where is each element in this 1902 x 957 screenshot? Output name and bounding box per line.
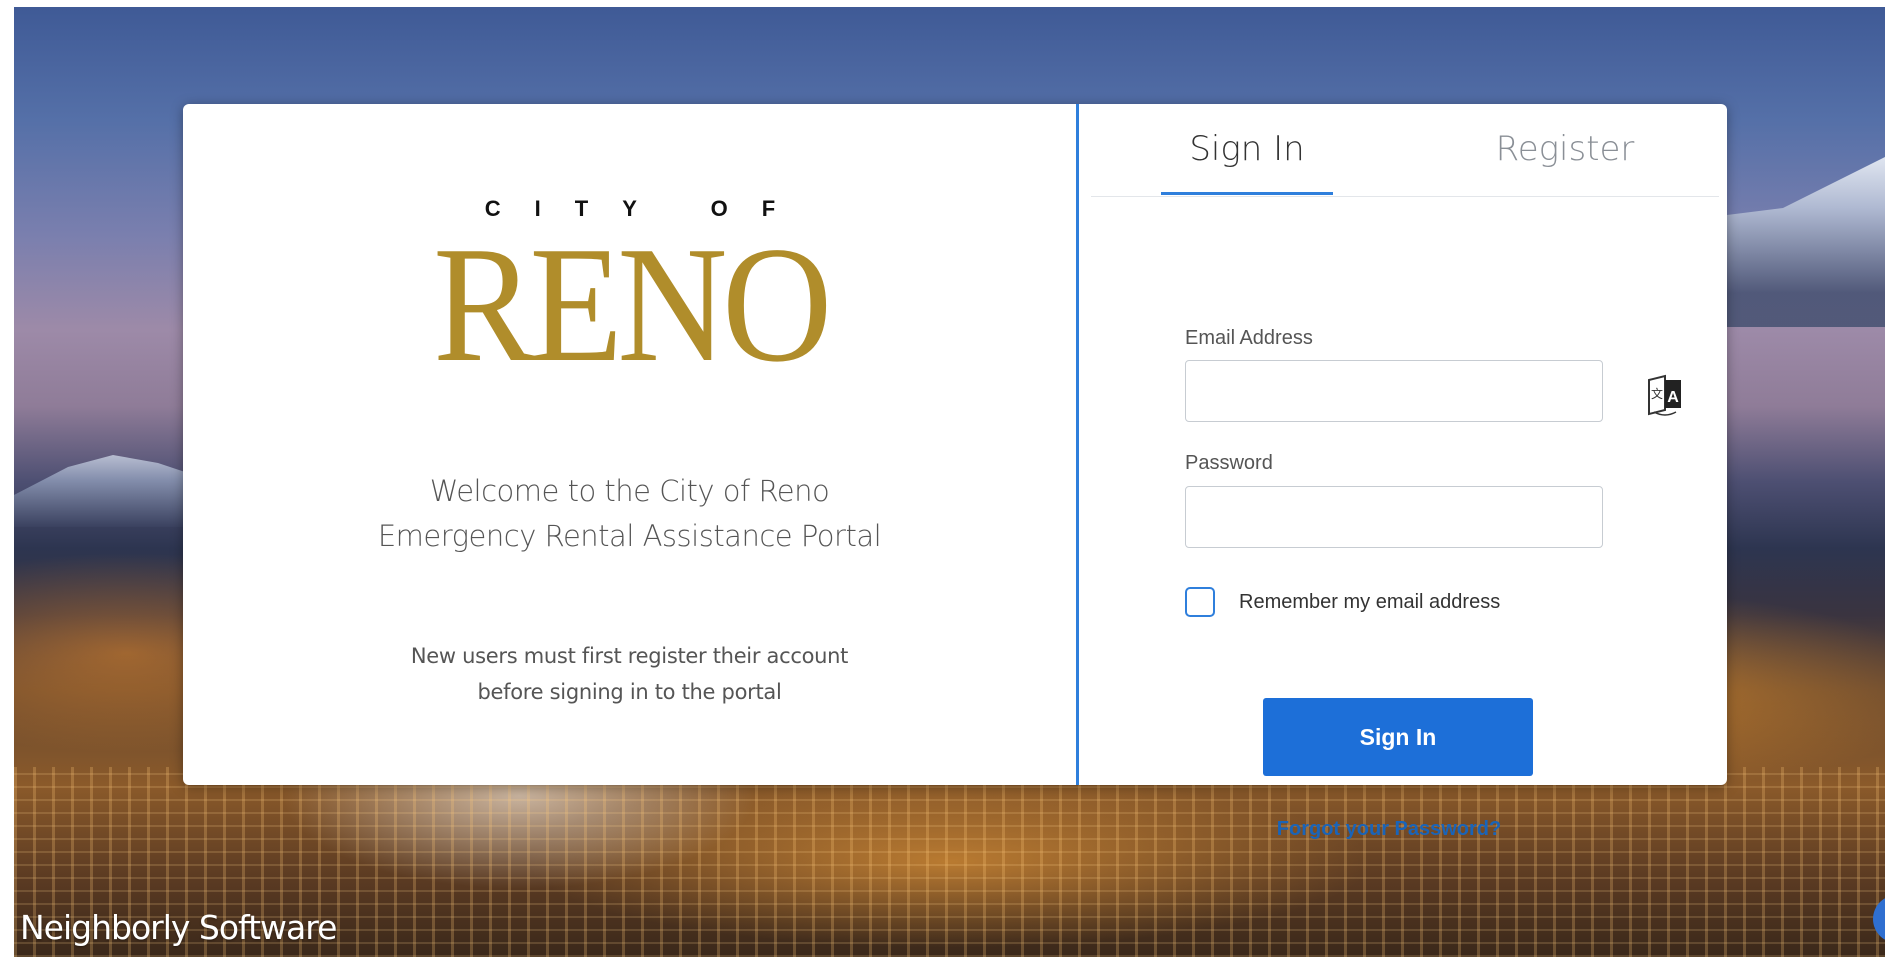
translate-icon[interactable]: A 文: [1646, 374, 1684, 416]
remember-checkbox[interactable]: [1185, 587, 1215, 617]
remember-label: Remember my email address: [1239, 590, 1501, 613]
forgot-password-link[interactable]: Forgot your Password?: [1189, 818, 1589, 841]
svg-text:A: A: [1667, 389, 1679, 406]
auth-tabs: Sign In Register: [1091, 104, 1719, 197]
note-line-1: New users must first register their acco…: [410, 644, 849, 668]
sign-in-button[interactable]: Sign In: [1263, 698, 1533, 776]
sign-in-panel: Sign In Register Email Address A 文 Passw…: [1079, 104, 1727, 840]
welcome-panel: CITY OF RENO Welcome to the City of Reno…: [183, 104, 1076, 785]
remember-email-option[interactable]: Remember my email address: [1185, 586, 1500, 618]
login-card: CITY OF RENO Welcome to the City of Reno…: [183, 104, 1727, 840]
password-field[interactable]: [1185, 486, 1603, 548]
neighborly-software-brand: Neighborly Software: [20, 908, 337, 947]
registration-note: New users must first register their acco…: [183, 638, 1076, 710]
welcome-line-2: Emergency Rental Assistance Portal: [377, 519, 882, 553]
tab-register[interactable]: Register: [1495, 122, 1635, 192]
password-label: Password: [1185, 452, 1273, 474]
svg-text:文: 文: [1651, 386, 1663, 401]
email-label: Email Address: [1185, 327, 1313, 349]
city-of-reno-logo: CITY OF RENO: [415, 194, 845, 394]
welcome-heading: Welcome to the City of Reno Emergency Re…: [183, 469, 1076, 559]
login-screen: CITY OF RENO Welcome to the City of Reno…: [14, 7, 1885, 957]
tab-sign-in[interactable]: Sign In: [1161, 122, 1333, 195]
email-field[interactable]: [1185, 360, 1603, 422]
note-line-2: before signing in to the portal: [477, 680, 782, 704]
logo-reno-text: RENO: [433, 212, 832, 396]
welcome-line-1: Welcome to the City of Reno: [429, 474, 830, 508]
